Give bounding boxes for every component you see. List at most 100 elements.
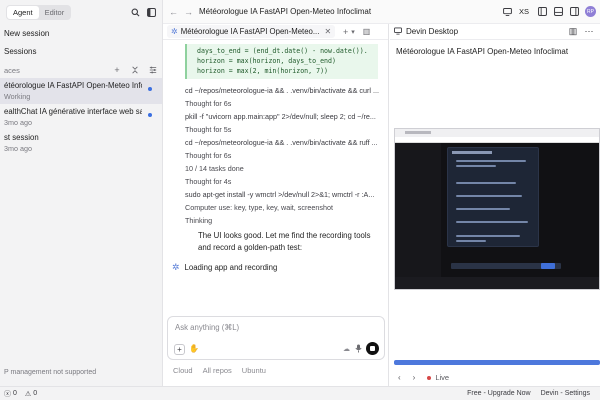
- chat-tab[interactable]: ✲ Météorologue IA FastAPI Open-Meteo... …: [167, 25, 335, 38]
- desktop-tab[interactable]: Devin Desktop: [394, 26, 458, 37]
- live-dot-icon: [427, 375, 432, 380]
- command-step[interactable]: cd ~/repos/meteorologue-ia && . .venv/bi…: [185, 84, 383, 97]
- session-item[interactable]: st session 3mo ago: [0, 130, 162, 156]
- remote-app-sidebar: [395, 143, 441, 277]
- microphone-icon[interactable]: [355, 344, 362, 355]
- code-diff-block: days_to_end = (end_dt.date() - now.date(…: [185, 44, 378, 79]
- computer-use-step[interactable]: Computer use: key, type, key, wait, scre…: [185, 201, 383, 214]
- agent-status-text: Loading app and recording: [184, 263, 278, 272]
- thinking-step[interactable]: Thinking: [185, 214, 383, 227]
- session-title: st session: [4, 133, 39, 142]
- remote-text-line: [456, 221, 528, 223]
- layout-split-icon[interactable]: [569, 7, 579, 17]
- composer-placeholder[interactable]: Ask anything (⌘L): [175, 323, 239, 332]
- code-line: horizon = max(2, min(horizon, 7)): [197, 67, 329, 75]
- desktop-controls: ‹ › Live: [398, 373, 461, 382]
- env-repos[interactable]: All repos: [203, 366, 232, 375]
- next-icon[interactable]: ›: [413, 373, 416, 382]
- size-label[interactable]: XS: [519, 7, 529, 16]
- layout-panel-icon[interactable]: [553, 7, 563, 17]
- command-step[interactable]: cd ~/repos/meteorologue-ia && . .venv/bi…: [185, 136, 383, 149]
- add-icon[interactable]: +: [112, 65, 122, 75]
- warning-icon: ⚠: [24, 390, 32, 398]
- session-item[interactable]: ealthChat IA générative interface web sa…: [0, 104, 162, 130]
- remote-browser-tabbar: [395, 129, 599, 137]
- remote-app-send-button: [541, 263, 555, 269]
- live-indicator[interactable]: Live: [427, 373, 449, 382]
- error-icon: ⓧ: [4, 390, 11, 398]
- code-line: days_to_end = (end_dt.date() - now.date(…: [197, 47, 368, 55]
- sidebar-footer-note: P management not supported: [4, 369, 97, 376]
- session-time: 3mo ago: [4, 144, 32, 153]
- attach-button[interactable]: +: [174, 344, 185, 355]
- remote-text-line: [456, 182, 516, 184]
- agent-status: ✲ Loading app and recording: [172, 262, 388, 273]
- layout-sidebar-icon[interactable]: [537, 7, 547, 17]
- sidebar-header: Agent Editor: [0, 0, 162, 24]
- status-bar: ⓧ 0 ⚠ 0 Free - Upgrade Now Devin - Setti…: [0, 386, 600, 400]
- settings-link[interactable]: Devin - Settings: [541, 390, 590, 397]
- sidebar-toggle-icon[interactable]: [146, 7, 156, 17]
- upgrade-link[interactable]: Free - Upgrade Now: [467, 390, 530, 397]
- chat-tab-row: ✲ Météorologue IA FastAPI Open-Meteo... …: [163, 24, 388, 40]
- back-arrow-icon[interactable]: ←: [169, 7, 178, 17]
- window-title: Météorologue IA FastAPI Open-Meteo Infoc…: [199, 7, 372, 16]
- remote-text-line: [456, 235, 520, 237]
- split-view-icon[interactable]: ▥: [568, 26, 578, 37]
- close-icon[interactable]: ✕: [324, 27, 331, 36]
- tasks-progress[interactable]: 10 / 14 tasks done: [185, 162, 383, 175]
- remote-text-line: [456, 165, 496, 167]
- thought-step[interactable]: Thought for 5s: [185, 123, 383, 136]
- remote-app-chat-panel: [447, 147, 539, 247]
- new-tab-icon[interactable]: +: [343, 27, 348, 37]
- activity-log: cd ~/repos/meteorologue-ia && . .venv/bi…: [163, 84, 388, 227]
- hand-icon[interactable]: ✋: [189, 344, 199, 353]
- chevron-down-icon[interactable]: ▾: [351, 28, 355, 36]
- search-icon[interactable]: [130, 7, 140, 17]
- session-title: étéorologue IA FastAPI Open-Meteo Infoc.…: [4, 81, 142, 90]
- chat-pane: ✲ Météorologue IA FastAPI Open-Meteo... …: [163, 24, 389, 386]
- new-session-link[interactable]: New session: [0, 24, 162, 42]
- avatar[interactable]: RP: [585, 6, 596, 17]
- stop-button[interactable]: [366, 342, 379, 355]
- command-step[interactable]: sudo apt-get install -y wmctrl >/dev/nul…: [185, 188, 383, 201]
- desktop-icon[interactable]: [503, 7, 513, 17]
- recording-progress-fill: [394, 360, 600, 365]
- remote-text-line: [456, 195, 522, 197]
- collapse-icon[interactable]: [130, 65, 140, 75]
- mode-editor-tab[interactable]: Editor: [39, 6, 71, 19]
- session-item[interactable]: étéorologue IA FastAPI Open-Meteo Infoc.…: [0, 78, 162, 104]
- thought-step[interactable]: Thought for 6s: [185, 97, 383, 110]
- mode-agent-tab[interactable]: Agent: [7, 5, 39, 19]
- agent-message: The UI looks good. Let me find the recor…: [198, 231, 371, 252]
- more-icon[interactable]: ⋯: [584, 26, 594, 37]
- thought-step[interactable]: Thought for 4s: [185, 175, 383, 188]
- cloud-icon[interactable]: ☁: [343, 345, 350, 353]
- session-time: 3mo ago: [4, 118, 32, 127]
- section-label: aces: [4, 65, 20, 75]
- warnings-value: 0: [33, 390, 38, 397]
- desktop-tab-row: Devin Desktop ▥ ⋯: [390, 24, 600, 40]
- message-composer[interactable]: Ask anything (⌘L) + ✋ ☁: [167, 316, 385, 360]
- env-cloud[interactable]: Cloud: [173, 366, 193, 375]
- env-os[interactable]: Ubuntu: [242, 366, 266, 375]
- forward-arrow-icon[interactable]: →: [184, 7, 193, 17]
- errors-count[interactable]: ⓧ 0: [4, 389, 17, 399]
- sidebar: Agent Editor New session Sessions aces +…: [0, 0, 163, 386]
- previous-icon[interactable]: ‹: [398, 373, 401, 382]
- filter-icon[interactable]: [148, 65, 158, 75]
- warnings-count[interactable]: ⚠ 0: [25, 390, 37, 398]
- split-view-icon[interactable]: ▥: [363, 27, 371, 36]
- command-step[interactable]: pkill -f "uvicorn app.main:app" 2>/dev/n…: [185, 110, 383, 123]
- thought-step[interactable]: Thought for 6s: [185, 149, 383, 162]
- sessions-link[interactable]: Sessions: [0, 42, 162, 60]
- remote-desktop-view[interactable]: [394, 128, 600, 290]
- monitor-icon: [394, 26, 402, 37]
- devin-logo-icon: ✲: [171, 27, 178, 36]
- stop-icon: [370, 346, 375, 351]
- unread-dot: [148, 113, 152, 117]
- session-status: Working: [4, 92, 31, 101]
- unread-dot: [148, 87, 152, 91]
- desktop-window-title: Météorologue IA FastAPI Open-Meteo Infoc…: [396, 47, 569, 56]
- workspaces-header: aces +: [0, 62, 162, 78]
